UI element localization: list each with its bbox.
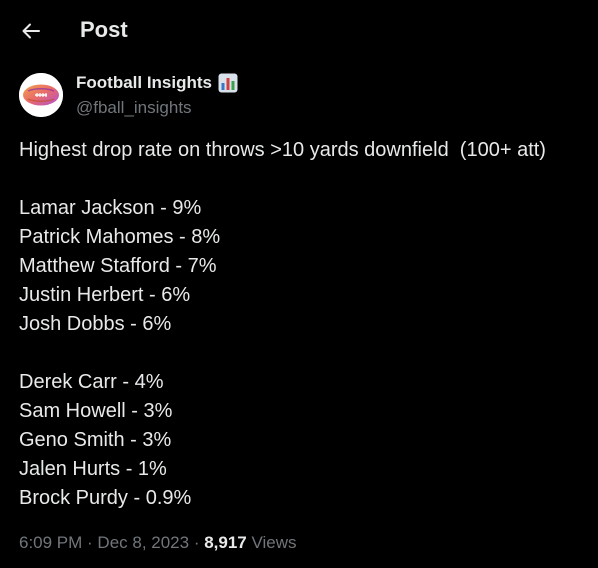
author-handle[interactable]: @fball_insights <box>76 97 192 119</box>
back-button[interactable] <box>14 14 48 48</box>
list-item: Derek Carr - 4% <box>19 371 164 393</box>
list-item: Sam Howell - 3% <box>19 400 173 422</box>
list-item: Brock Purdy - 0.9% <box>19 487 192 509</box>
list-item: Josh Dobbs - 6% <box>19 313 172 335</box>
list-item: Patrick Mahomes - 8% <box>19 226 221 248</box>
author-name: Football Insights <box>76 73 212 92</box>
page-title: Post <box>80 17 128 42</box>
post-text: Highest drop rate on throws >10 yards do… <box>19 136 589 513</box>
views-count: 8,917 <box>204 533 247 552</box>
list-item: Lamar Jackson - 9% <box>19 197 202 219</box>
bar-chart-icon <box>218 73 238 93</box>
arrow-left-icon <box>22 23 40 39</box>
meta-separator: · <box>189 533 205 552</box>
list-item: Justin Herbert - 6% <box>19 284 191 306</box>
author-name-link[interactable]: Football Insights <box>76 72 238 94</box>
meta-separator: · <box>82 533 98 552</box>
post-intro: Highest drop rate on throws >10 yards do… <box>19 139 546 161</box>
list-item: Matthew Stafford - 7% <box>19 255 217 277</box>
views-label: Views <box>251 533 297 552</box>
top-bar: Post <box>0 0 598 60</box>
post-date[interactable]: Dec 8, 2023 <box>97 533 189 552</box>
football-avatar <box>19 73 63 117</box>
post-author: Football Insights @fball_insights <box>19 72 579 118</box>
list-item: Geno Smith - 3% <box>19 429 172 451</box>
avatar[interactable] <box>19 73 63 117</box>
list-item: Jalen Hurts - 1% <box>19 458 167 480</box>
post-meta: 6:09 PM · Dec 8, 2023 · 8,917 Views <box>19 531 297 555</box>
post-time[interactable]: 6:09 PM <box>19 533 82 552</box>
